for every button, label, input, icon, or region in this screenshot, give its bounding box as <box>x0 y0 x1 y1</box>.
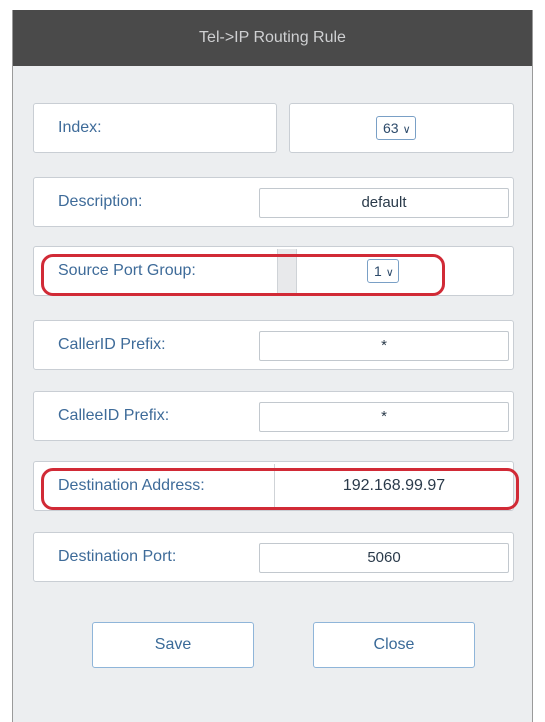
source-port-group-row: Source Port Group: 1 ∨ <box>33 246 514 296</box>
destination-port-input[interactable]: 5060 <box>259 543 509 573</box>
description-label: Description: <box>58 193 143 210</box>
column-divider <box>277 249 297 293</box>
destination-address-label: Destination Address: <box>58 477 205 494</box>
source-port-group-select[interactable]: 1 ∨ <box>367 259 399 283</box>
callerid-prefix-label: CallerID Prefix: <box>58 336 166 353</box>
destination-address-input[interactable]: 192.168.99.97 <box>276 472 512 502</box>
index-value-box: 63 ∨ <box>289 103 514 153</box>
description-row: Description: default <box>33 177 514 227</box>
calleeid-prefix-label: CalleeID Prefix: <box>58 407 170 424</box>
column-divider <box>274 464 275 508</box>
chevron-down-icon: ∨ <box>385 267 394 279</box>
callerid-prefix-row: CallerID Prefix: * <box>33 320 514 370</box>
source-port-group-label: Source Port Group: <box>58 262 196 279</box>
index-select[interactable]: 63 ∨ <box>376 116 416 140</box>
destination-port-row: Destination Port: 5060 <box>33 532 514 582</box>
destination-port-label: Destination Port: <box>58 548 177 565</box>
chevron-down-icon: ∨ <box>402 124 411 136</box>
close-button[interactable]: Close <box>313 622 475 668</box>
save-button[interactable]: Save <box>92 622 254 668</box>
calleeid-prefix-row: CalleeID Prefix: * <box>33 391 514 441</box>
routing-rule-dialog: Tel->IP Routing Rule Index: 63 ∨ Descript… <box>12 10 533 722</box>
index-select-value: 63 <box>383 120 399 136</box>
dialog-title: Tel->IP Routing Rule <box>13 10 532 66</box>
index-label: Index: <box>58 119 102 136</box>
description-input[interactable]: default <box>259 188 509 218</box>
index-row: Index: <box>33 103 277 153</box>
calleeid-prefix-input[interactable]: * <box>259 402 509 432</box>
callerid-prefix-input[interactable]: * <box>259 331 509 361</box>
source-port-group-value: 1 <box>374 263 382 279</box>
destination-address-row: Destination Address: 192.168.99.97 <box>33 461 514 511</box>
